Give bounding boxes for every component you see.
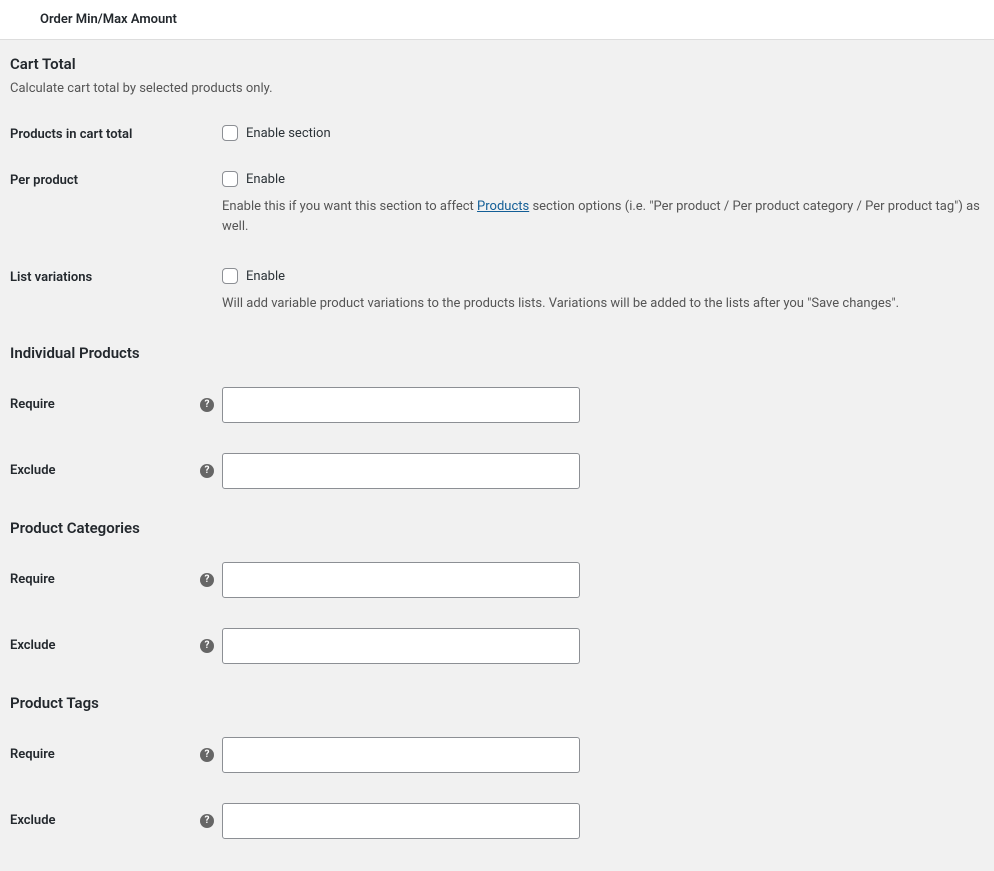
label-per-product: Per product — [10, 167, 200, 188]
checkbox-wrapper-enable-section[interactable]: Enable section — [222, 125, 984, 141]
row-categories-require: Require ? — [10, 562, 984, 598]
content-area: Cart Total Calculate cart total by selec… — [0, 40, 994, 869]
label-categories-require: Require — [10, 572, 200, 587]
checkbox-label-per-product: Enable — [246, 172, 285, 187]
checkbox-label-enable-section: Enable section — [246, 126, 331, 141]
control-products-in-cart: Enable section — [222, 121, 984, 141]
page-title: Order Min/Max Amount — [40, 12, 177, 27]
product-tags-heading: Product Tags — [10, 694, 984, 712]
help-icon[interactable]: ? — [200, 639, 214, 653]
label-individual-exclude: Exclude — [10, 463, 200, 478]
label-products-in-cart: Products in cart total — [10, 121, 200, 142]
help-icon[interactable]: ? — [200, 464, 214, 478]
help-col-empty — [200, 121, 222, 130]
section-cart-total: Cart Total Calculate cart total by selec… — [10, 55, 984, 314]
row-per-product: Per product Enable Enable this if you wa… — [10, 167, 984, 236]
label-list-variations: List variations — [10, 264, 200, 285]
help-icon[interactable]: ? — [200, 398, 214, 412]
help-icon[interactable]: ? — [200, 573, 214, 587]
checkbox-wrapper-per-product[interactable]: Enable — [222, 171, 984, 187]
checkbox-label-list-variations: Enable — [246, 269, 285, 284]
desc-per-product-prefix: Enable this if you want this section to … — [222, 199, 477, 214]
help-icon[interactable]: ? — [200, 814, 214, 828]
input-categories-require[interactable] — [222, 562, 580, 598]
help-col: ? — [200, 398, 222, 412]
input-categories-exclude[interactable] — [222, 628, 580, 664]
cart-total-heading: Cart Total — [10, 55, 984, 73]
label-individual-require: Require — [10, 397, 200, 412]
cart-total-description: Calculate cart total by selected product… — [10, 81, 984, 96]
checkbox-list-variations[interactable] — [222, 268, 238, 284]
desc-list-variations: Will add variable product variations to … — [222, 294, 984, 314]
row-tags-exclude: Exclude ? — [10, 803, 984, 839]
top-bar: Order Min/Max Amount — [0, 0, 994, 40]
products-link[interactable]: Products — [477, 199, 529, 214]
help-col-empty — [200, 167, 222, 176]
help-icon[interactable]: ? — [200, 748, 214, 762]
help-col: ? — [200, 573, 222, 587]
input-tags-exclude[interactable] — [222, 803, 580, 839]
row-list-variations: List variations Enable Will add variable… — [10, 264, 984, 314]
help-col: ? — [200, 748, 222, 762]
product-categories-heading: Product Categories — [10, 519, 984, 537]
checkbox-enable-section[interactable] — [222, 125, 238, 141]
control-per-product: Enable Enable this if you want this sect… — [222, 167, 984, 236]
checkbox-per-product[interactable] — [222, 171, 238, 187]
control-list-variations: Enable Will add variable product variati… — [222, 264, 984, 314]
help-col: ? — [200, 639, 222, 653]
help-col: ? — [200, 464, 222, 478]
checkbox-wrapper-list-variations[interactable]: Enable — [222, 268, 984, 284]
input-individual-exclude[interactable] — [222, 453, 580, 489]
label-tags-require: Require — [10, 747, 200, 762]
section-individual-products: Individual Products Require ? Exclude ? — [10, 344, 984, 489]
help-col-empty — [200, 264, 222, 273]
row-tags-require: Require ? — [10, 737, 984, 773]
label-categories-exclude: Exclude — [10, 638, 200, 653]
input-individual-require[interactable] — [222, 387, 580, 423]
individual-products-heading: Individual Products — [10, 344, 984, 362]
input-tags-require[interactable] — [222, 737, 580, 773]
desc-per-product: Enable this if you want this section to … — [222, 197, 984, 236]
section-product-tags: Product Tags Require ? Exclude ? — [10, 694, 984, 839]
row-individual-require: Require ? — [10, 387, 984, 423]
row-products-in-cart: Products in cart total Enable section — [10, 121, 984, 142]
label-tags-exclude: Exclude — [10, 813, 200, 828]
row-individual-exclude: Exclude ? — [10, 453, 984, 489]
help-col: ? — [200, 814, 222, 828]
section-product-categories: Product Categories Require ? Exclude ? — [10, 519, 984, 664]
row-categories-exclude: Exclude ? — [10, 628, 984, 664]
